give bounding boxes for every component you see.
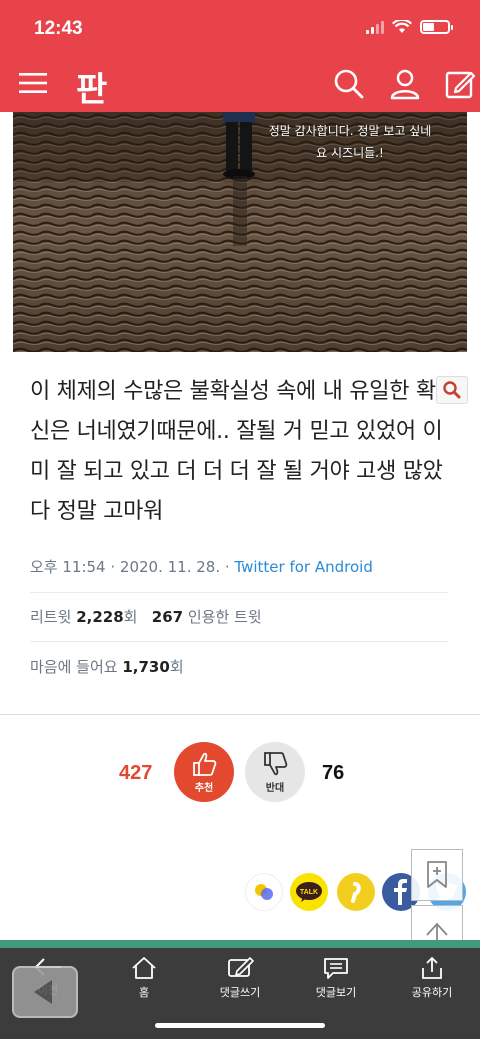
home-icon bbox=[132, 957, 156, 979]
status-time: 12:43 bbox=[34, 18, 83, 39]
retweet-stats: 리트윗 2,228회 267 인용한 트윗 bbox=[30, 606, 262, 627]
floating-back-button[interactable] bbox=[12, 966, 78, 1018]
kakaotalk-icon: TALK bbox=[296, 882, 322, 902]
like-count: 1,730 bbox=[122, 658, 170, 676]
toolbar-share[interactable]: 공유하기 bbox=[384, 956, 480, 1000]
signal-icon bbox=[366, 20, 384, 34]
facebook-icon bbox=[394, 879, 407, 905]
battery-icon bbox=[420, 20, 453, 34]
retweet-suffix: 회 bbox=[123, 608, 138, 626]
top-bar: 12:43 판 bbox=[0, 0, 480, 112]
write-icon[interactable] bbox=[444, 68, 476, 100]
quote-label: 인용한 트윗 bbox=[187, 608, 262, 626]
like-stats: 마음에 들어요 1,730회 bbox=[30, 656, 184, 677]
zoom-button[interactable] bbox=[436, 376, 468, 404]
upvote-label: 추천 bbox=[194, 782, 214, 794]
toolbar-home[interactable]: 홈 bbox=[96, 956, 192, 1000]
story-icon bbox=[255, 884, 273, 900]
like-suffix: 회 bbox=[169, 658, 184, 676]
upvote-button[interactable]: 추천 bbox=[174, 742, 234, 802]
tweet-source[interactable]: Twitter for Android bbox=[234, 558, 372, 576]
menu-icon[interactable] bbox=[18, 70, 48, 96]
status-icons bbox=[366, 20, 453, 34]
upvote-count: 427 bbox=[119, 762, 153, 784]
triangle-left-icon bbox=[34, 980, 52, 1004]
comment-view-icon bbox=[324, 958, 348, 979]
section-divider bbox=[0, 714, 480, 715]
search-icon[interactable] bbox=[333, 68, 365, 100]
nav-bar: 판 bbox=[0, 56, 480, 112]
photo-caption: 정말 감사합니다. 정말 보고 싶네요 시즈니들.! bbox=[268, 124, 432, 160]
toolbar-comment-write[interactable]: 댓글쓰기 bbox=[192, 956, 288, 1000]
share-icon bbox=[422, 956, 442, 979]
band-share-button[interactable] bbox=[337, 873, 375, 911]
retweet-label: 리트윗 bbox=[30, 608, 72, 626]
divider bbox=[30, 641, 448, 642]
like-label: 마음에 들어요 bbox=[30, 658, 118, 676]
thumbs-down-icon bbox=[264, 751, 288, 775]
kakaotalk-share-button[interactable]: TALK bbox=[290, 873, 328, 911]
band-icon bbox=[351, 882, 361, 903]
magnifier-icon bbox=[443, 381, 461, 399]
wifi-icon bbox=[392, 20, 412, 33]
retweet-count: 2,228 bbox=[76, 608, 124, 626]
logo[interactable]: 판 bbox=[76, 62, 107, 111]
tweet-time: 오후 11:54 · 2020. 11. 28. · bbox=[30, 558, 235, 576]
story-share-button[interactable] bbox=[245, 873, 283, 911]
bookmark-button[interactable] bbox=[411, 849, 463, 901]
toolbar-comment-view-label: 댓글보기 bbox=[315, 986, 357, 999]
post-photo: 정말 감사합니다. 정말 보고 싶네요 시즈니들.! bbox=[13, 112, 467, 352]
tweet-meta: 오후 11:54 · 2020. 11. 28. · Twitter for A… bbox=[30, 556, 373, 577]
bookmark-icon bbox=[427, 861, 447, 888]
toolbar-comment-write-label: 댓글쓰기 bbox=[219, 986, 261, 999]
thumbs-up-icon bbox=[193, 752, 217, 776]
toolbar-comment-view[interactable]: 댓글보기 bbox=[288, 956, 384, 1000]
downvote-button[interactable]: 반대 bbox=[245, 742, 305, 802]
home-indicator bbox=[155, 1023, 325, 1028]
accent-strip bbox=[0, 940, 480, 948]
toolbar-home-label: 홈 bbox=[138, 986, 150, 999]
quote-count: 267 bbox=[151, 608, 184, 626]
tweet-text: 이 체제의 수많은 불확실성 속에 내 유일한 확신은 너네였기때문에.. 잘될… bbox=[30, 379, 443, 524]
downvote-count: 76 bbox=[322, 762, 345, 784]
toolbar-share-label: 공유하기 bbox=[411, 986, 453, 999]
divider bbox=[30, 592, 448, 593]
comment-write-icon bbox=[228, 957, 254, 977]
downvote-label: 반대 bbox=[265, 782, 285, 794]
svg-text:TALK: TALK bbox=[300, 889, 318, 896]
user-icon[interactable] bbox=[389, 68, 421, 100]
